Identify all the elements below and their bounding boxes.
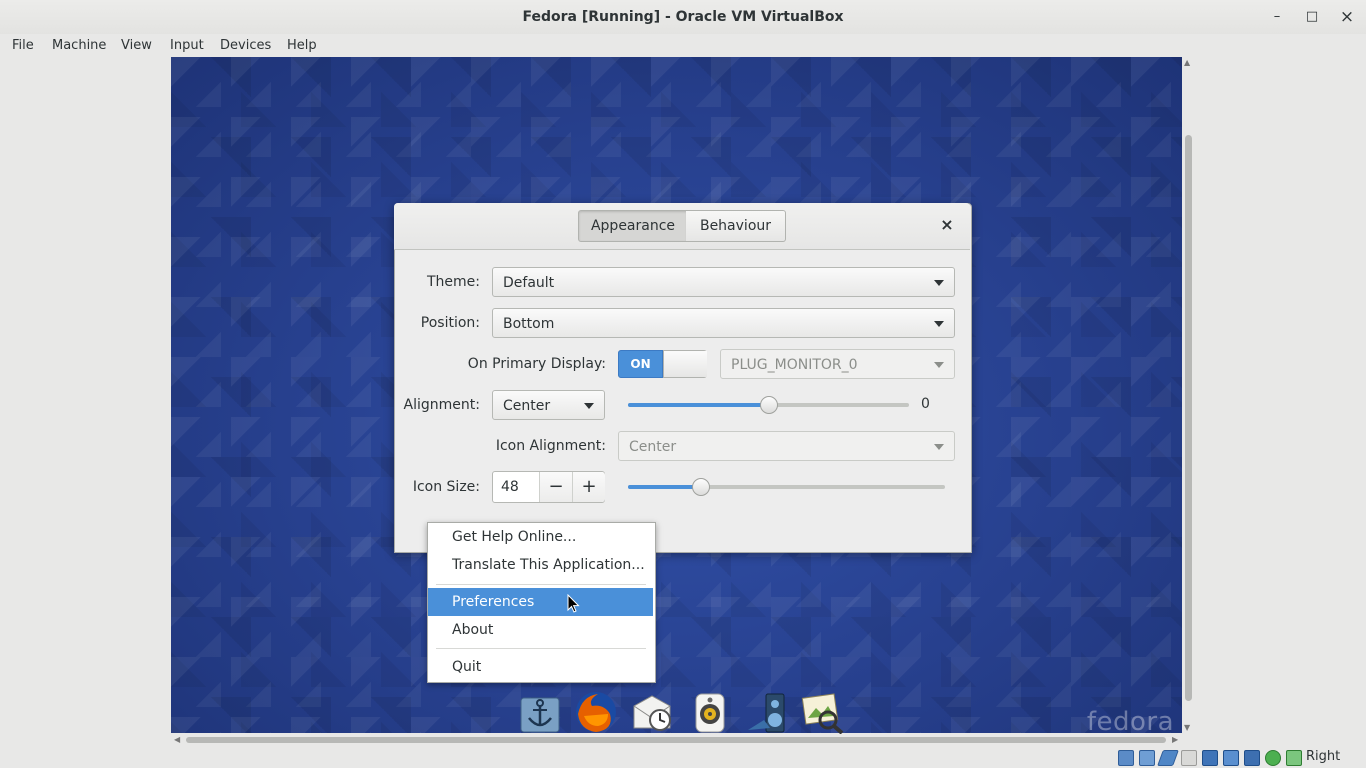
menu-devices[interactable]: Devices	[220, 34, 271, 58]
offset-slider-fill	[628, 403, 769, 407]
position-combo[interactable]: Bottom	[492, 308, 955, 338]
video-capture-icon[interactable]	[1265, 750, 1281, 766]
chevron-down-icon	[934, 321, 944, 327]
mouse-pointer-icon	[567, 594, 580, 613]
offset-slider-handle[interactable]	[759, 396, 778, 414]
offset-value: 0	[921, 396, 930, 412]
theme-label: Theme:	[426, 274, 480, 290]
switch-on-indicator: ON	[618, 350, 663, 378]
increment-button[interactable]: +	[572, 472, 605, 502]
position-label: Position:	[420, 315, 480, 331]
icon-size-label: Icon Size:	[412, 479, 480, 495]
scroll-down-arrow-icon[interactable]: ▼	[1184, 723, 1190, 732]
tab-behaviour[interactable]: Behaviour	[686, 210, 786, 242]
host-key-label: Right Ctrl	[1306, 749, 1341, 764]
window-title: Fedora [Running] - Oracle VM VirtualBox	[522, 9, 844, 25]
icon-alignment-combo[interactable]: Center	[618, 431, 955, 461]
optical-drive-icon[interactable]	[1139, 750, 1155, 766]
menu-separator	[436, 648, 646, 649]
chevron-down-icon	[934, 362, 944, 368]
chevron-down-icon	[934, 280, 944, 286]
scroll-up-arrow-icon[interactable]: ▲	[1184, 58, 1190, 67]
alignment-label: Alignment:	[403, 397, 480, 413]
menu-separator	[436, 584, 646, 585]
usb-icon[interactable]	[1202, 750, 1218, 766]
decrement-button[interactable]: −	[539, 472, 572, 502]
menu-item-about[interactable]: About	[428, 616, 653, 644]
menu-help[interactable]: Help	[287, 34, 317, 58]
theme-value: Default	[503, 275, 555, 291]
icon-alignment-label: Icon Alignment:	[495, 438, 606, 454]
network-icon[interactable]	[1181, 750, 1197, 766]
alignment-value: Center	[503, 398, 551, 414]
icon-alignment-value: Center	[629, 439, 677, 455]
anchor-icon[interactable]	[518, 690, 562, 734]
menu-item-translate[interactable]: Translate This Application...	[428, 551, 653, 579]
speaker-icon[interactable]	[688, 690, 732, 734]
dialog-close-button[interactable]: ×	[936, 214, 958, 236]
image-viewer-icon[interactable]	[800, 690, 844, 734]
fedora-watermark: fedora	[1086, 707, 1174, 733]
hard-disk-icon[interactable]	[1118, 750, 1134, 766]
mail-clock-icon[interactable]	[630, 690, 674, 734]
menu-item-get-help[interactable]: Get Help Online...	[428, 523, 653, 551]
monitor-value: PLUG_MONITOR_0	[731, 357, 858, 373]
position-value: Bottom	[503, 316, 555, 332]
minimize-button[interactable]: –	[1266, 7, 1288, 27]
menu-item-preferences[interactable]: Preferences	[428, 588, 653, 616]
horizontal-scroll-thumb[interactable]	[186, 737, 1166, 743]
menu-input[interactable]: Input	[170, 34, 204, 58]
icon-size-value[interactable]: 48	[501, 471, 519, 503]
menubar	[0, 34, 1366, 58]
tab-appearance[interactable]: Appearance	[578, 210, 688, 242]
vertical-scroll-thumb[interactable]	[1185, 135, 1192, 701]
monitor-combo[interactable]: PLUG_MONITOR_0	[720, 349, 955, 379]
firefox-icon[interactable]	[574, 690, 618, 734]
menu-machine[interactable]: Machine	[52, 34, 106, 58]
chevron-down-icon	[584, 403, 594, 409]
maximize-button[interactable]: □	[1301, 7, 1323, 27]
theme-combo[interactable]: Default	[492, 267, 955, 297]
chevron-down-icon	[934, 444, 944, 450]
shared-folders-icon[interactable]	[1223, 750, 1239, 766]
close-window-button[interactable]: ×	[1336, 7, 1358, 27]
display-icon[interactable]	[1244, 750, 1260, 766]
primary-display-label: On Primary Display:	[467, 356, 606, 372]
switch-knob[interactable]	[663, 351, 707, 377]
icon-size-slider-handle[interactable]	[691, 478, 710, 496]
menu-file[interactable]: File	[12, 34, 34, 58]
menu-item-quit[interactable]: Quit	[428, 653, 653, 681]
menu-view[interactable]: View	[121, 34, 152, 58]
scroll-left-arrow-icon[interactable]: ◀	[174, 735, 180, 744]
media-player-icon[interactable]	[744, 690, 788, 734]
mouse-integration-icon[interactable]	[1286, 750, 1302, 766]
icon-size-slider-fill	[628, 485, 701, 489]
scroll-right-arrow-icon[interactable]: ▶	[1172, 735, 1178, 744]
alignment-combo[interactable]: Center	[492, 390, 605, 420]
